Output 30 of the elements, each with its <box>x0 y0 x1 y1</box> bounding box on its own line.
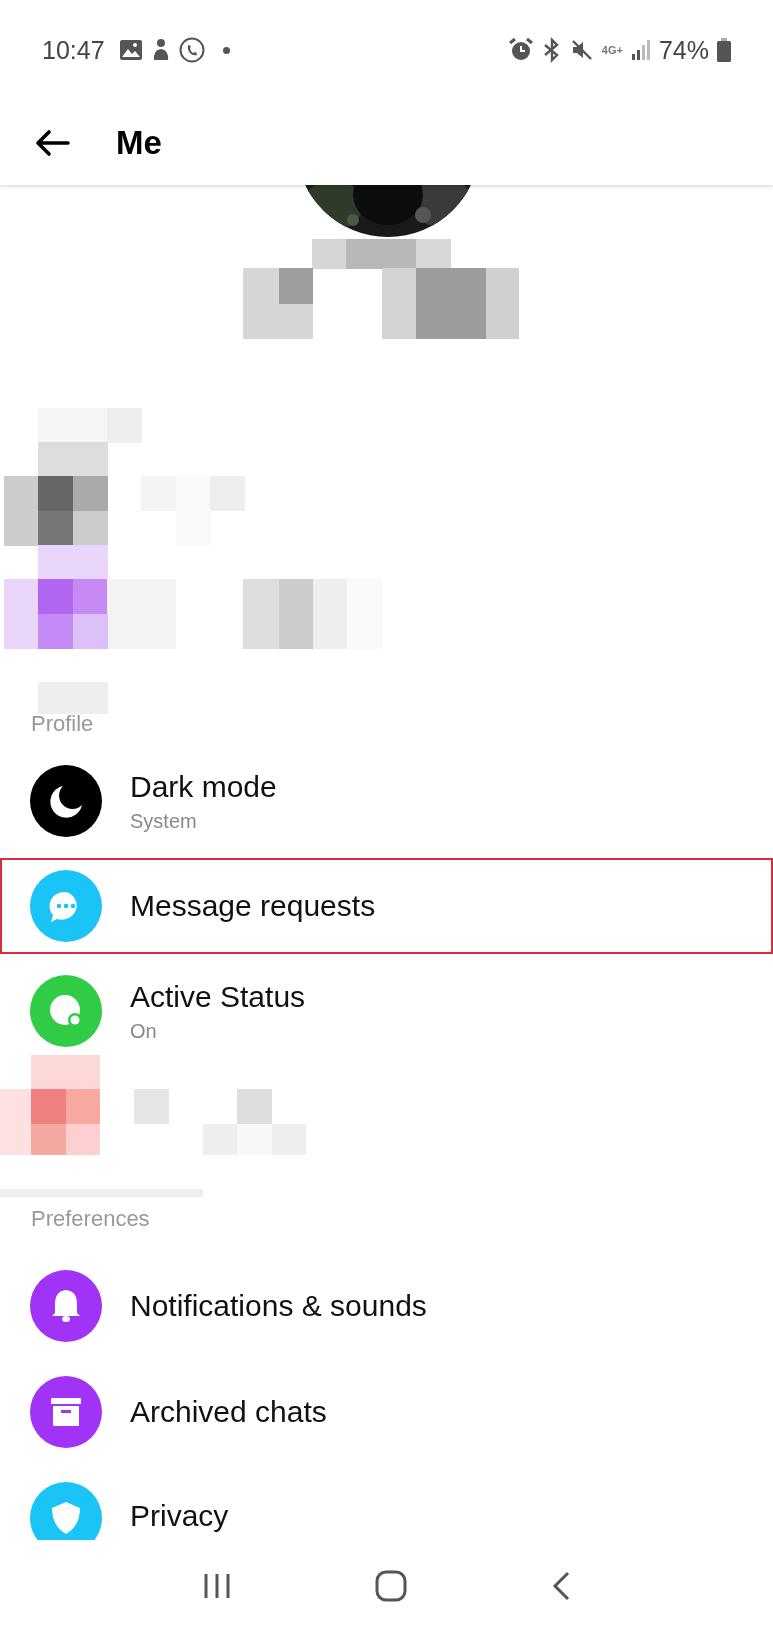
item-label: Archived chats <box>130 1395 327 1429</box>
settings-item[interactable]: Notifications & sounds <box>0 1253 773 1359</box>
section-header: Profile <box>30 710 95 738</box>
item-status: On <box>130 1019 158 1043</box>
page-title: Me <box>116 123 162 162</box>
settings-item[interactable]: Active Status On <box>0 958 773 1064</box>
notification-dot-icon <box>222 46 230 54</box>
image-icon <box>118 39 143 61</box>
battery-icon <box>717 38 731 62</box>
signal-icon <box>630 39 651 61</box>
item-label: Message requests <box>130 889 376 923</box>
battery-percent: 74% <box>658 35 709 65</box>
home-icon[interactable] <box>375 1570 408 1602</box>
network-type: 4G+ <box>601 44 623 56</box>
item-status: System <box>130 809 198 833</box>
settings-item[interactable]: Dark mode System <box>0 748 773 854</box>
mute-icon <box>569 38 594 62</box>
alarm-icon <box>507 37 534 63</box>
item-label: Dark mode <box>130 769 277 804</box>
item-label: Notifications & sounds <box>130 1289 427 1323</box>
back-icon[interactable] <box>551 1571 572 1601</box>
settings-item[interactable]: Archived chats <box>0 1359 773 1465</box>
status-time: 10:47 <box>42 35 105 65</box>
section-header: Preferences <box>30 1205 151 1233</box>
item-label: Active Status <box>130 979 306 1014</box>
phone-icon <box>178 37 205 63</box>
settings-item[interactable]: Privacy <box>0 1465 773 1540</box>
item-label: Privacy <box>130 1499 229 1533</box>
back-button[interactable] <box>34 127 70 158</box>
settings-item[interactable]: Message requests <box>0 858 773 954</box>
